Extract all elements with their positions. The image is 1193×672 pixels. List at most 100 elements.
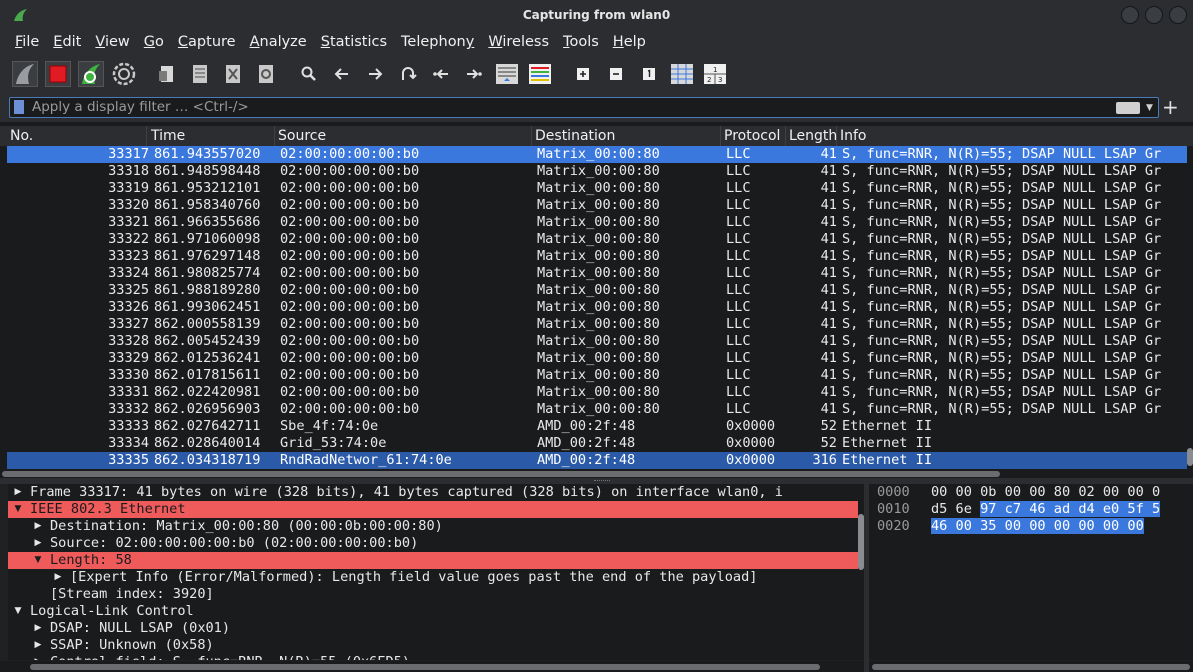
details-tree-item[interactable]: ▼ Length: 58 [8,552,858,569]
expand-arrow-down-icon[interactable]: ▼ [32,552,44,569]
packet-row[interactable]: 33331 862.022420981 02:00:00:00:00:b0 Matri… [7,384,1187,401]
details-tree-item[interactable]: ▶ Control field: S, func=RNR, N(R)=55 (0x… [8,654,858,660]
menu-capture[interactable]: Capture [171,34,243,50]
capture-options-gear-icon[interactable] [109,59,139,89]
column-header-destination[interactable]: Destination [532,126,721,146]
menu-statistics[interactable]: Statistics [314,34,394,50]
start-capture-fin-icon[interactable] [10,59,40,89]
column-header-info[interactable]: Info [837,126,1187,146]
bytes-horizontal-scrollbar[interactable] [869,661,1193,672]
details-tree-item[interactable]: ▶ SSAP: Unknown (0x58) [8,637,858,654]
menu-tools[interactable]: Tools [556,34,606,50]
colorize-icon[interactable] [525,59,555,89]
menu-edit[interactable]: Edit [46,34,88,50]
packet-time: 861.943557020 [154,146,261,162]
packet-row[interactable]: 33333 862.027642711 Sbe_4f:74:0e AMD_00:2f:… [7,418,1187,435]
expand-arrow-right-icon[interactable]: ▶ [32,637,44,654]
column-header-source[interactable]: Source [275,126,532,146]
packet-row[interactable]: 33321 861.966355686 02:00:00:00:00:b0 Matri… [7,214,1187,231]
expand-arrow-right-icon[interactable]: ▶ [52,569,64,586]
details-tree-item[interactable]: ▼ Logical-Link Control [8,603,858,620]
packet-row[interactable]: 33323 861.976297148 02:00:00:00:00:b0 Matri… [7,248,1187,265]
menu-telephony[interactable]: Telephony [394,34,481,50]
packet-row[interactable]: 33317 861.943557020 02:00:00:00:00:b0 Matri… [7,146,1187,163]
stop-capture-icon[interactable] [43,59,73,89]
packet-list-horizontal-scrollbar[interactable] [0,470,1193,478]
expand-arrow-right-icon[interactable]: ▶ [12,484,24,501]
column-header-time[interactable]: Time [148,126,275,146]
hex-bytes[interactable]: d5 6e 97 c7 46 ad d4 e0 5f 5 [931,501,1161,518]
minimize-button[interactable] [1121,6,1139,24]
packet-list-vertical-scrollbar[interactable] [1187,146,1193,468]
menu-go[interactable]: Go [137,34,171,50]
packet-row[interactable]: 33327 862.000558139 02:00:00:00:00:b0 Matri… [7,316,1187,333]
column-header-length[interactable]: Length [786,126,837,146]
packet-row[interactable]: 33329 862.012536241 02:00:00:00:00:b0 Matri… [7,350,1187,367]
packet-row[interactable]: 33334 862.028640014 Grid_53:74:0e AMD_00:2f… [7,435,1187,452]
save-file-icon[interactable] [185,59,215,89]
packet-row[interactable]: 33322 861.971060098 02:00:00:00:00:b0 Matri… [7,231,1187,248]
filter-history-chevron-down-icon[interactable]: ▼ [1146,103,1153,113]
zoom-out-icon[interactable] [601,59,631,89]
details-tree-item[interactable]: ▶ Frame 33317: 41 bytes on wire (328 bits… [8,484,858,501]
packet-row[interactable]: 33318 861.948598448 02:00:00:00:00:b0 Matri… [7,163,1187,180]
close-button[interactable] [1169,6,1187,24]
details-tree-item[interactable]: ▶ Source: 02:00:00:00:00:b0 (02:00:00:00:… [8,535,858,552]
menu-help[interactable]: Help [606,34,653,50]
column-preferences-icon[interactable]: 123 [700,59,730,89]
hex-bytes[interactable]: 46 00 35 00 00 00 00 00 00 [931,518,1144,535]
packet-row[interactable]: 33328 862.005452439 02:00:00:00:00:b0 Matri… [7,333,1187,350]
expand-arrow-right-icon[interactable]: ▶ [32,654,44,660]
expand-arrow-right-icon[interactable]: ▶ [32,620,44,637]
expand-arrow-right-icon[interactable]: ▶ [32,518,44,535]
packet-destination: Matrix_00:00:80 [537,197,660,213]
normal-size-icon[interactable] [634,59,664,89]
details-tree-item[interactable]: ▼ IEEE 802.3 Ethernet [8,501,858,518]
expand-arrow-down-icon[interactable]: ▼ [12,603,24,620]
last-packet-icon[interactable] [459,59,489,89]
menu-file[interactable]: File [8,34,46,50]
filter-bookmark-icon[interactable] [14,100,24,114]
expand-arrow-down-icon[interactable]: ▼ [12,501,24,518]
find-packet-search-icon[interactable] [294,59,324,89]
packet-row[interactable]: 33335 862.034318719 RndRadNetwor_61:74:0e A… [7,452,1187,469]
details-tree-item[interactable]: ▶ DSAP: NULL LSAP (0x01) [8,620,858,637]
add-filter-button-plus-icon[interactable]: + [1162,94,1179,120]
details-tree-item[interactable]: ▶ Destination: Matrix_00:00:80 (00:00:0b:… [8,518,858,535]
zoom-in-icon[interactable] [568,59,598,89]
packet-info: S, func=RNR, N(R)=55; DSAP NULL LSAP Gr [842,214,1162,230]
go-to-packet-icon[interactable] [393,59,423,89]
restart-capture-icon[interactable] [76,59,106,89]
packet-row[interactable]: 33320 861.958340760 02:00:00:00:00:b0 Matri… [7,197,1187,214]
maximize-button[interactable] [1145,6,1163,24]
first-packet-icon[interactable] [426,59,456,89]
expand-arrow-right-icon[interactable]: ▶ [32,535,44,552]
details-tree-item-text: IEEE 802.3 Ethernet [30,501,186,517]
go-forward-arrow-icon[interactable] [360,59,390,89]
close-file-icon[interactable] [218,59,248,89]
packet-row[interactable]: 33326 861.993062451 02:00:00:00:00:b0 Matri… [7,299,1187,316]
details-tree-item[interactable]: [Stream index: 3920] [8,586,858,603]
apply-filter-arrow-icon[interactable] [1116,102,1140,114]
packet-row[interactable]: 33324 861.980825774 02:00:00:00:00:b0 Matri… [7,265,1187,282]
go-back-arrow-icon[interactable] [327,59,357,89]
packet-row[interactable]: 33332 862.026956903 02:00:00:00:00:b0 Matri… [7,401,1187,418]
auto-scroll-icon[interactable] [492,59,522,89]
menu-wireless[interactable]: Wireless [481,34,556,50]
display-filter-input[interactable]: Apply a display filter … <Ctrl-/> [9,97,1159,118]
open-file-icon[interactable] [152,59,182,89]
packet-row[interactable]: 33319 861.953212101 02:00:00:00:00:b0 Matri… [7,180,1187,197]
packet-time: 862.005452439 [154,333,261,349]
column-header-no[interactable]: No. [7,126,147,146]
reload-file-icon[interactable] [251,59,281,89]
column-header-protocol[interactable]: Protocol [721,126,786,146]
menu-analyze[interactable]: Analyze [243,34,314,50]
packet-row[interactable]: 33330 862.017815611 02:00:00:00:00:b0 Matri… [7,367,1187,384]
menu-view[interactable]: View [88,34,136,50]
resize-columns-icon[interactable] [667,59,697,89]
details-tree-item[interactable]: ▶ [Expert Info (Error/Malformed): Length … [8,569,858,586]
packet-source: 02:00:00:00:00:b0 [280,367,420,383]
details-horizontal-scrollbar[interactable] [0,661,864,672]
hex-bytes[interactable]: 00 00 0b 00 00 80 02 00 00 0 [931,484,1160,501]
packet-row[interactable]: 33325 861.988189280 02:00:00:00:00:b0 Matri… [7,282,1187,299]
